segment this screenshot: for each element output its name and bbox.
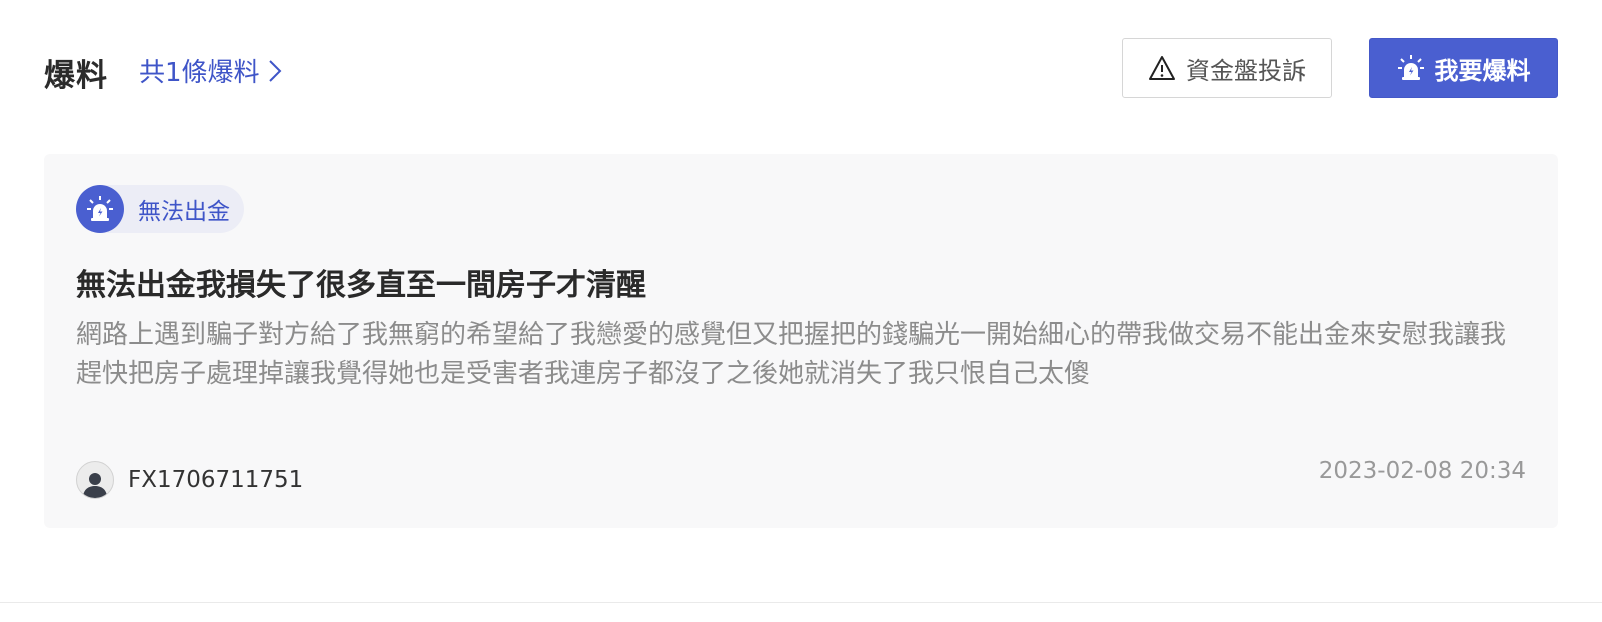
avatar [76,461,114,499]
fund-complaint-label: 資金盤投訴 [1186,56,1306,85]
report-count-link[interactable]: 共1條爆料 [139,52,282,89]
post-title[interactable]: 無法出金我損失了很多直至一間房子才清醒 [76,260,646,304]
category-tag-label: 無法出金 [138,199,230,225]
chevron-right-icon [268,59,281,82]
fund-complaint-button[interactable]: 資金盤投訴 [1122,38,1332,98]
page-title: 爆料 [44,58,108,94]
author-name: FX1706711751 [128,467,304,493]
page-header: 爆料 共1條爆料 資金盤投訴 我要爆料 [44,38,1558,98]
section-divider [0,602,1602,603]
post-body: 網路上遇到騙子對方給了我無窮的希望給了我戀愛的感覺但又把握把的錢騙光一開始細心的… [76,320,1507,389]
report-card[interactable]: 無法出金 無法出金我損失了很多直至一間房子才清醒 網路上遇到騙子對方給了我無窮的… [44,154,1558,528]
alarm-siren-icon [87,196,113,221]
user-silhouette-icon [83,473,107,498]
post-timestamp: 2023-02-08 20:34 [1318,458,1526,484]
tag-icon-circle [76,185,124,233]
alarm-siren-icon [1397,55,1424,80]
submit-report-button[interactable]: 我要爆料 [1369,38,1558,98]
warning-triangle-icon [1149,56,1175,80]
category-tag[interactable]: 無法出金 [76,185,244,233]
report-count-label: 共1條爆料 [139,58,260,88]
submit-report-label: 我要爆料 [1434,56,1531,85]
author-info: FX1706711751 [76,461,303,499]
